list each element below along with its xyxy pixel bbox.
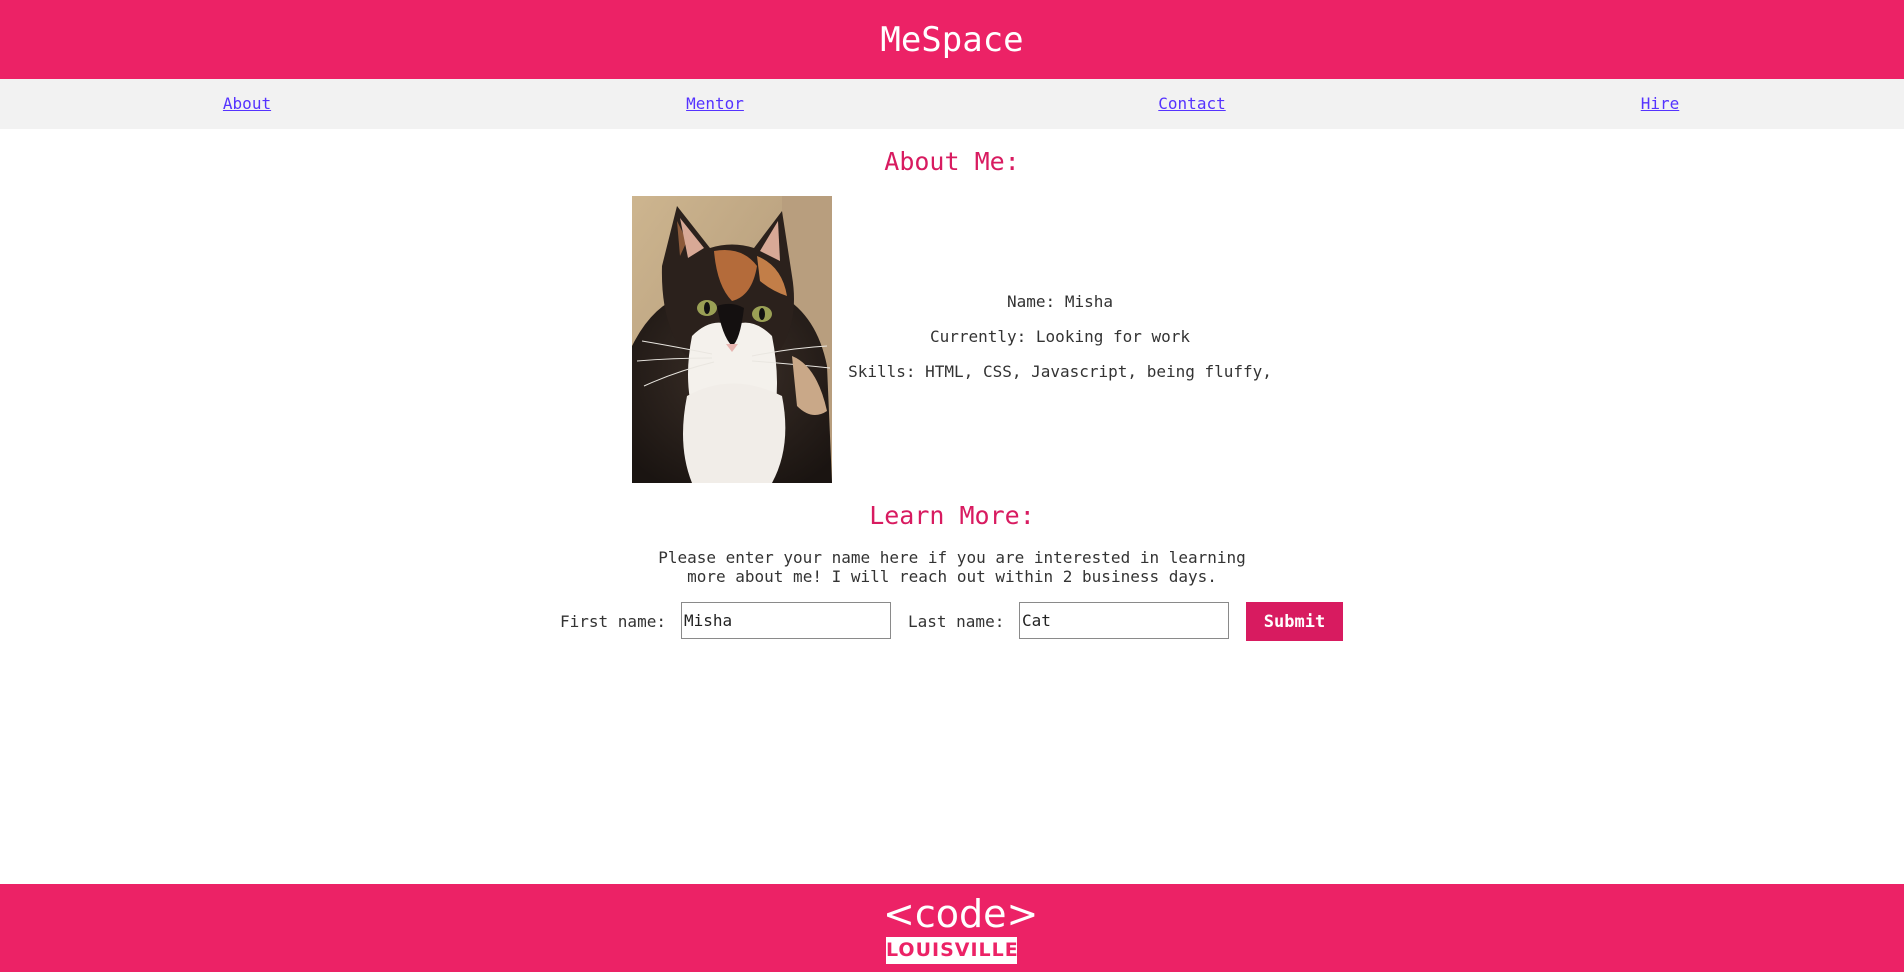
learn-more-heading: Learn More: [869,501,1035,530]
submit-button[interactable]: Submit [1246,602,1343,641]
learn-more-description: Please enter your name here if you are i… [652,548,1252,586]
main-nav: About Mentor Contact Hire [0,79,1904,129]
learn-more-description-line2: more about me! I will reach out within 2… [687,567,1217,586]
profile-skills: Skills: HTML, CSS, Javascript, being flu… [848,362,1272,381]
calico-cat-image [632,196,832,483]
profile-name: Name: Misha [1007,292,1113,311]
nav-link-hire[interactable]: Hire [1641,79,1680,129]
site-title: MeSpace [880,19,1024,60]
last-name-input[interactable] [1019,602,1229,639]
profile-photo [632,196,832,483]
about-heading: About Me: [884,147,1020,176]
profile-info: Name: Misha Currently: Looking for work … [843,292,1277,397]
nav-link-mentor[interactable]: Mentor [686,79,744,129]
site-footer: <code> LOUISVILLE [0,884,1904,972]
logo-city-text: LOUISVILLE [886,937,1018,964]
first-name-label: First name: [560,612,666,631]
page: MeSpace About Mentor Contact Hire About … [0,0,1904,972]
code-louisville-logo: <code> LOUISVILLE [883,892,1039,964]
site-header: MeSpace [0,0,1904,79]
nav-link-contact[interactable]: Contact [1158,79,1225,129]
first-name-input[interactable] [681,602,891,639]
learn-more-description-line1: Please enter your name here if you are i… [658,548,1246,567]
logo-code-text: <code> [883,892,1039,936]
nav-link-about[interactable]: About [223,79,271,129]
last-name-label: Last name: [908,612,1005,631]
profile-currently: Currently: Looking for work [929,327,1191,346]
